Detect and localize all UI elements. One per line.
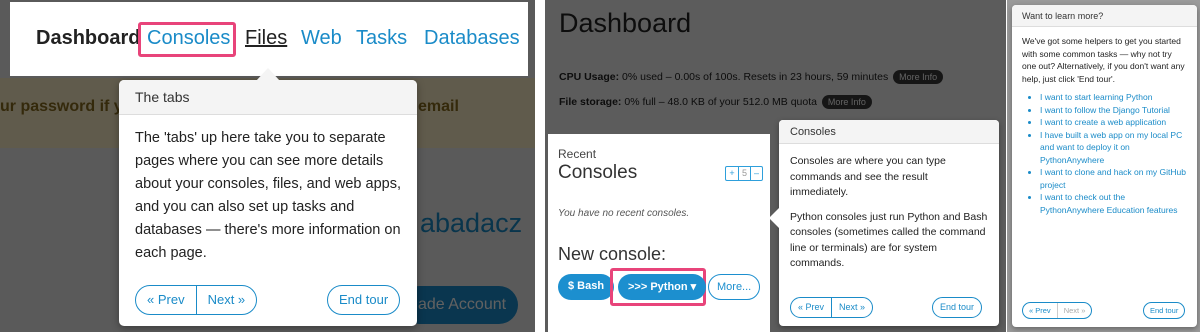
tooltip-arrow: [256, 68, 280, 81]
helper-link[interactable]: I want to clone and hack on my GitHub pr…: [1040, 166, 1187, 191]
file-storage-label: File storage:: [559, 96, 622, 108]
end-tour-button[interactable]: End tour: [327, 285, 401, 315]
tooltip-body: We've got some helpers to get you starte…: [1012, 27, 1197, 216]
recent-label: Recent: [558, 147, 597, 161]
tour-nav-buttons: « Prev Next »: [135, 285, 258, 315]
upgrade-account-button[interactable]: ade Account: [400, 286, 518, 324]
nav-dashboard[interactable]: Dashboard: [36, 27, 140, 50]
helper-link[interactable]: I want to create a web application: [1040, 116, 1187, 129]
no-consoles-text: You have no recent consoles.: [558, 208, 690, 219]
cpu-usage: CPU Usage: 0% used – 0.00s of 100s. Rese…: [559, 70, 944, 84]
tour-panel-learn-more: Want to learn more? We've got some helpe…: [1007, 0, 1200, 332]
new-console-heading: New console:: [558, 244, 667, 264]
tour-tooltip: The tabs The 'tabs' up here take you to …: [119, 80, 417, 326]
tooltip-text: We've got some helpers to get you starte…: [1022, 36, 1185, 84]
file-storage-text: 0% full – 48.0 KB of your 512.0 MB quota: [624, 96, 817, 108]
tour-nav-buttons: « Prev Next »: [1022, 302, 1093, 319]
nav-files[interactable]: Files: [245, 27, 287, 50]
tooltip-title: The tabs: [119, 80, 417, 115]
cpu-more-info-button[interactable]: More Info: [893, 70, 944, 84]
nav-tasks[interactable]: Tasks: [356, 27, 407, 50]
tour-panel-consoles: Dashboard CPU Usage: 0% used – 0.00s of …: [545, 0, 1006, 332]
username-link[interactable]: abadacz: [420, 208, 522, 239]
bash-console-button[interactable]: $ Bash: [558, 274, 615, 300]
recent-count-stepper: + 5 –: [725, 166, 763, 181]
tooltip-title: Want to learn more?: [1012, 5, 1197, 27]
python-console-button[interactable]: >>> Python ▾: [618, 274, 707, 300]
nav-web[interactable]: Web: [301, 27, 342, 50]
helper-link[interactable]: I have built a web app on my local PC an…: [1040, 129, 1187, 167]
more-consoles-button[interactable]: More...: [708, 274, 761, 300]
tooltip-body: The 'tabs' up here take you to separate …: [135, 130, 401, 261]
tooltip-paragraph: Consoles are where you can type commands…: [790, 155, 946, 198]
consoles-heading: Consoles: [558, 162, 638, 183]
tour-tooltip: Want to learn more? We've got some helpe…: [1012, 5, 1197, 327]
cpu-usage-text: 0% used – 0.00s of 100s. Resets in 23 ho…: [622, 71, 889, 83]
tour-tooltip: Consoles Consoles are where you can type…: [779, 120, 999, 326]
consoles-card: Recent Consoles + 5 – You have no recent…: [548, 134, 770, 332]
warning-text-right: email: [418, 98, 459, 115]
helper-links: I want to start learning Python I want t…: [1040, 91, 1187, 216]
file-storage: File storage: 0% full – 48.0 KB of your …: [559, 95, 872, 109]
prev-button[interactable]: « Prev: [791, 298, 831, 317]
decrease-button[interactable]: –: [750, 167, 762, 180]
helper-link[interactable]: I want to check out the PythonAnywhere E…: [1040, 191, 1187, 216]
next-button-disabled: Next »: [1056, 303, 1092, 318]
tour-panel-tabs: ur password if you email abadacz ade Acc…: [0, 0, 535, 332]
tooltip-arrow: [769, 208, 779, 228]
next-button[interactable]: Next »: [831, 298, 872, 317]
helper-link[interactable]: I want to start learning Python: [1040, 91, 1187, 104]
storage-more-info-button[interactable]: More Info: [821, 95, 872, 109]
tooltip-paragraph: Python consoles just run Python and Bash…: [790, 210, 988, 270]
tooltip-body: Consoles are where you can type commands…: [779, 144, 999, 272]
increase-button[interactable]: +: [726, 167, 738, 180]
helper-link[interactable]: I want to follow the Django Tutorial: [1040, 104, 1187, 117]
count-value: 5: [738, 167, 750, 180]
highlight-box: [138, 22, 236, 57]
end-tour-button[interactable]: End tour: [1143, 302, 1186, 319]
end-tour-button[interactable]: End tour: [932, 297, 983, 318]
page-title: Dashboard: [559, 8, 692, 38]
tooltip-title: Consoles: [779, 120, 999, 144]
tour-nav-buttons: « Prev Next »: [790, 297, 874, 318]
prev-button[interactable]: « Prev: [1023, 303, 1057, 318]
nav-databases[interactable]: Databases: [424, 27, 520, 50]
next-button[interactable]: Next »: [195, 286, 257, 314]
prev-button[interactable]: « Prev: [136, 286, 196, 314]
cpu-usage-label: CPU Usage:: [559, 71, 620, 83]
